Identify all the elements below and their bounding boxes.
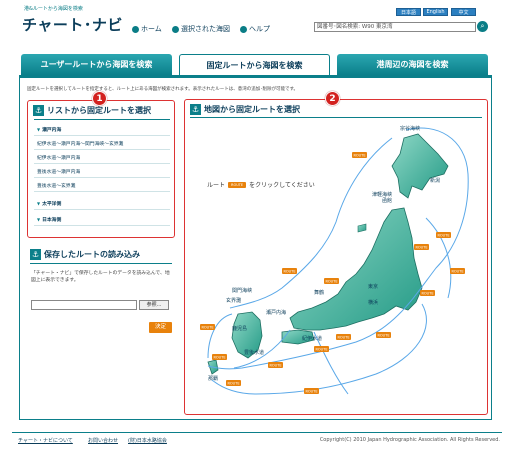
file-input[interactable] [31,300,137,310]
route-button: ROUTE [315,347,327,351]
route-button: ROUTE [269,363,281,367]
nav-home[interactable]: ホーム [132,24,162,34]
list-item[interactable]: 紀伊水道～瀬戸内海～関門海峡～玄界灘 [34,138,170,150]
map-label: 豊後水道 [244,349,264,356]
footer-divider [12,432,502,433]
map-panel-title: ⚓ 地図から固定ルートを選択 [190,104,300,115]
list-panel-title: ⚓ リストから固定ルートを選択 [33,105,151,116]
nav-selected-charts[interactable]: 選択された海図 [172,24,230,34]
route-button: ROUTE [421,291,433,295]
search-icon[interactable]: ⌕ [477,21,488,32]
lang-chinese[interactable]: 中文 [451,8,476,16]
land-hokkaido [391,133,449,199]
map-label: 紀伊水道 [302,335,322,342]
saved-description: 「チャート・ナビ」で保存したルートのデータを読み込んで、地図上に表示できます。 [31,271,170,283]
tab-user-route[interactable]: ユーザールートから海図を検索 [21,54,172,75]
nav-help-label: ヘルプ [249,25,270,33]
japan-map: ROUTE ROUTE ROUTE ROUTE ROUTE ROUTE ROUT… [200,125,469,395]
map-label: 新潟 [430,177,440,184]
map-label: 関門海峡 [232,287,252,294]
nav-selected-charts-label: 選択された海図 [181,25,230,33]
route-button: ROUTE [325,279,337,283]
route-button: ROUTE [415,245,427,249]
check-icon [172,25,179,33]
saved-panel-title-text: 保存したルートの読み込み [44,250,140,259]
search-input[interactable]: 図番号･図名検索: W90 東京湾 [314,22,476,32]
map-label: 宗谷海峡 [400,125,420,132]
step-badge-1: 1 [92,91,107,106]
route-button: ROUTE [451,269,463,273]
route-button: ROUTE [213,355,225,359]
map-label: 津軽海峡 [372,191,392,198]
list-item[interactable]: 紀伊水道～瀬戸内海 [34,152,170,164]
saved-panel-title: ⚓ 保存したルートの読み込み [30,249,140,260]
step-badge-2: 2 [325,91,340,106]
map-label: 横浜 [368,299,378,306]
list-panel: ⚓ リストから固定ルートを選択 瀬戸内海 紀伊水道～瀬戸内海～関門海峡～玄界灘 … [27,100,175,238]
footer-link-contact[interactable]: お問い合わせ [88,437,118,444]
route-button: ROUTE [283,269,295,273]
route-button: ROUTE [305,389,317,393]
anchor-icon: ⚓ [30,249,41,260]
list-item[interactable]: 豊後水道～瀬戸内海 [34,166,170,178]
route-button: ROUTE [437,233,449,237]
route-button: ROUTE [353,153,365,157]
land-honshu [289,207,423,331]
lang-english[interactable]: English [423,8,448,16]
map-label: 玄界灘 [226,297,241,304]
browse-button[interactable]: 参照... [139,300,169,310]
divider [34,119,170,120]
route-button: ROUTE [227,381,239,385]
map-label: 東京 [368,283,378,290]
map-label: 瀬戸内海 [266,309,286,316]
lang-japanese[interactable]: 日本語 [396,8,421,16]
map-label: 函館 [382,197,392,204]
anchor-icon: ⚓ [33,105,44,116]
route-button: ROUTE [201,325,213,329]
help-icon [240,25,247,33]
list-panel-title-text: リストから固定ルートを選択 [47,106,151,115]
map-label: 鹿児島 [232,325,247,332]
route-markers: ROUTE ROUTE ROUTE ROUTE ROUTE ROUTE ROUT… [200,152,465,394]
divider [30,263,172,264]
home-icon [132,25,139,33]
footer-link-about[interactable]: チャート・ナビについて [18,437,73,444]
list-item[interactable]: 太平洋側 [34,198,170,210]
logo-subtitle: 港&ルートから海図を検索 [24,6,83,12]
tab-port-area[interactable]: 港周辺の海図を検索 [337,54,488,75]
map-label: 那覇 [208,375,218,382]
copyright: Copyright(C) 2010 Japan Hydrographic Ass… [319,437,500,443]
list-item[interactable]: 豊後水道～玄界灘 [34,180,170,192]
list-item[interactable]: 日本海側 [34,214,170,226]
decide-button[interactable]: 決定 [149,322,172,333]
route-button: ROUTE [337,335,349,339]
anchor-icon: ⚓ [190,104,201,115]
nav-help[interactable]: ヘルプ [240,24,270,34]
list-item[interactable]: 瀬戸内海 [34,124,170,136]
route-button: ROUTE [377,333,389,337]
nav-home-label: ホーム [141,25,162,33]
map-label: 舞鶴 [314,289,324,296]
map-panel-title-text: 地図から固定ルートを選択 [204,105,300,114]
page-description: 固定ルートを選択してルートを指定すると、ルート上にある海図が検索されます。表示さ… [27,87,299,92]
footer-link-association[interactable]: (財)日本水路協会 [128,437,167,444]
logo-title[interactable]: チャート･ナビ [22,14,123,35]
tab-fixed-route[interactable]: 固定ルートから海図を検索 [179,54,330,76]
land-sado [357,223,367,233]
